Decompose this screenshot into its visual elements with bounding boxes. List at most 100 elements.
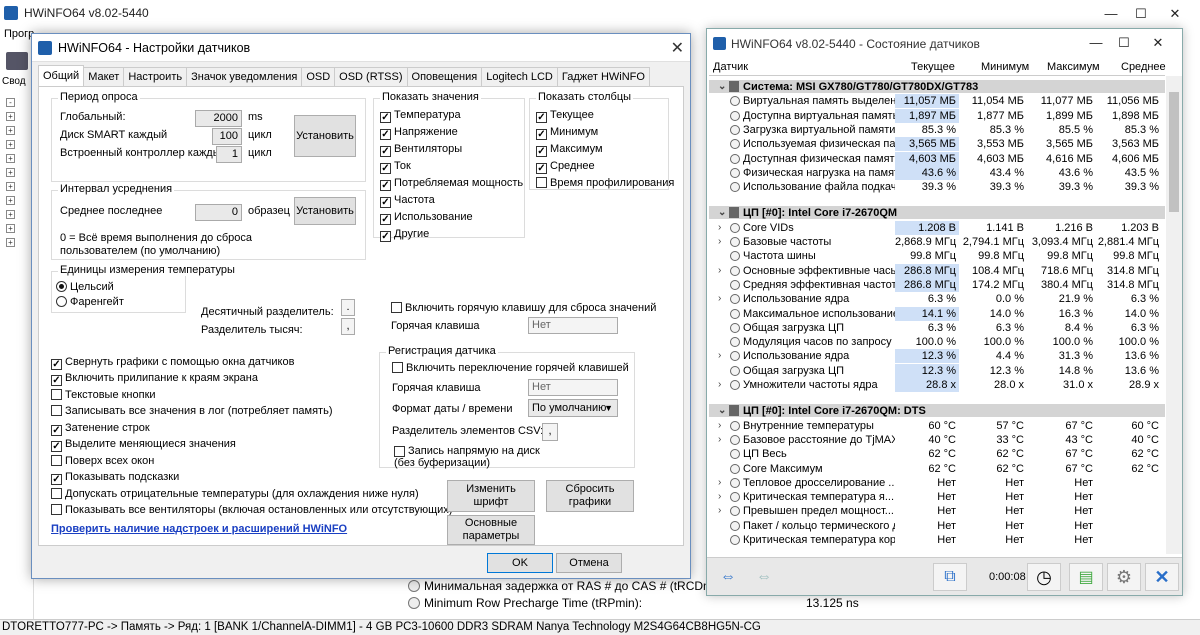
tree-expand-icon[interactable]: + [6, 238, 15, 247]
sensor-row[interactable]: › Использование ядра 12.3 % 4.4 % 31.3 % 13.6… [709, 349, 1165, 364]
celsius-radio[interactable]: Цельсий [56, 281, 114, 293]
ok-button[interactable]: OK [487, 553, 553, 573]
sensor-row[interactable]: › Тепловое дросселирование ... Нет Нет Нет [709, 476, 1165, 490]
column-max-checkbox[interactable]: ✓ Максимум [536, 142, 603, 157]
tab-general[interactable]: Общий [38, 65, 85, 86]
sensor-row[interactable]: Общая загрузка ЦП 6.3 % 6.3 % 8.4 % 6.3 % [709, 321, 1165, 335]
column-header-avg[interactable]: Среднее [1121, 61, 1166, 73]
tree-expand-icon[interactable]: - [6, 98, 15, 107]
expand-icon[interactable]: › [718, 419, 721, 433]
polling-set-button[interactable]: Установить [294, 115, 356, 157]
option-checkbox[interactable]: ✓ Затенение строк [51, 421, 150, 436]
show-voltage-checkbox[interactable]: ✓ Напряжение [380, 125, 458, 140]
tab-alerts[interactable]: Оповещения [406, 67, 483, 86]
show-usage-checkbox[interactable]: ✓ Использование [380, 210, 473, 225]
expand-icon[interactable]: › [718, 221, 721, 235]
reset-hotkey-checkbox[interactable]: Включить горячую клавишу для сброса знач… [391, 301, 656, 315]
logging-hotkey-checkbox[interactable]: Включить переключение горячей клавишей [392, 361, 629, 375]
expand-icon[interactable]: › [718, 349, 721, 363]
sensor-row[interactable]: Пакет / кольцо термического д... Нет Нет Не… [709, 519, 1165, 533]
arrows-expand-icon[interactable]: ⇔ [711, 563, 745, 591]
column-header-current[interactable]: Текущее [911, 61, 955, 73]
close-button[interactable]: ✕ [1143, 33, 1173, 53]
tree-expand-icon[interactable]: + [6, 140, 15, 149]
direct-write-checkbox[interactable]: Запись напрямую на диск (без буферизации… [394, 445, 554, 469]
clock-icon[interactable]: ◷ [1027, 563, 1061, 591]
expand-icon[interactable]: › [718, 235, 721, 249]
change-font-button[interactable]: Изменить шрифт [447, 480, 535, 512]
sensor-row[interactable]: › Умножители частоты ядра 28.8 x 28.0 x 31.0… [709, 378, 1165, 392]
sensor-row[interactable]: Загрузка виртуальной памяти 85.3 % 85.3 % 8… [709, 123, 1165, 137]
tab-layout[interactable]: Макет [83, 67, 125, 86]
scrollbar-thumb[interactable] [1169, 92, 1179, 212]
option-checkbox[interactable]: Допускать отрицательные температуры (для… [51, 487, 419, 501]
tree-expand-icon[interactable]: + [6, 154, 15, 163]
logging-hotkey-input[interactable]: Нет [528, 379, 618, 396]
close-sensors-icon[interactable]: ✕ [1145, 563, 1179, 591]
sensor-row[interactable]: › Базовое расстояние до TjMAX 40 °C 33 °C 43… [709, 433, 1165, 447]
tab-gadget[interactable]: Гаджет HWiNFO [556, 67, 650, 86]
option-checkbox[interactable]: ✓ Свернуть графики с помощью окна датчико… [51, 355, 294, 370]
tab-osd-rtss[interactable]: OSD (RTSS) [334, 67, 408, 86]
sensor-row[interactable]: Доступна виртуальная память 1,897 МБ 1,877… [709, 108, 1165, 123]
tree-expand-icon[interactable]: + [6, 182, 15, 191]
sensor-row[interactable]: Модуляция часов по запросу 100.0 % 100.0 %… [709, 335, 1165, 349]
column-current-checkbox[interactable]: ✓ Текущее [536, 108, 594, 123]
sensor-row[interactable]: › Критическая температура я... Нет Нет Нет [709, 490, 1165, 504]
column-header-sensor[interactable]: Датчик [713, 61, 748, 73]
chevron-down-icon[interactable]: ⌄ [718, 206, 726, 220]
sensor-row[interactable]: Используемая физическая память3,565 МБ3,… [709, 137, 1165, 152]
network-icon[interactable]: ⧉ [933, 563, 967, 591]
sensor-table-body[interactable]: ⌄ Система: MSI GX780/GT780/GT780DX/GT783 В… [709, 76, 1165, 554]
dialog-close-button[interactable]: ✕ [671, 38, 684, 58]
sensor-row[interactable]: Использование файла подкачки 39.3 % 39.3 %… [709, 180, 1165, 194]
sensor-row[interactable]: Критическая температура кор... Нет Нет Нет [709, 533, 1165, 547]
show-current-checkbox[interactable]: ✓ Ток [380, 159, 411, 174]
sensor-row[interactable]: Средняя эффективная частота 286.8 МГц 174.… [709, 277, 1165, 292]
expand-icon[interactable]: › [718, 476, 721, 490]
tab-tray-icon[interactable]: Значок уведомления [186, 67, 303, 86]
sensor-row[interactable]: Доступная физическая память 4,603 МБ 4,603… [709, 151, 1165, 166]
sensor-row[interactable]: Максимальное использование ... 14.1 % 14.0… [709, 306, 1165, 321]
sensor-row[interactable]: › Core VIDs 1.208 В 1.141 В 1.216 В 1.203 В [709, 220, 1165, 235]
chevron-down-icon[interactable]: ⌄ [718, 404, 726, 418]
arrows-collapse-icon[interactable]: ⇔ [747, 563, 781, 591]
averaging-set-button[interactable]: Установить [294, 197, 356, 225]
option-checkbox[interactable]: Текстовые кнопки [51, 388, 156, 402]
chevron-down-icon[interactable]: ⌄ [718, 80, 726, 94]
show-temperature-checkbox[interactable]: ✓ Температура [380, 108, 461, 123]
column-avg-checkbox[interactable]: ✓ Среднее [536, 159, 595, 174]
maximize-button[interactable]: ☐ [1126, 4, 1156, 24]
sensor-row[interactable]: › Основные эффективные часы 286.8 МГц 108.4… [709, 263, 1165, 278]
sensor-row[interactable]: Виртуальная память выделена 11,057 МБ 11,0… [709, 94, 1165, 109]
date-format-select[interactable]: По умолчанию ▼ [528, 399, 618, 417]
tree-expand-icon[interactable]: + [6, 196, 15, 205]
tree-expand-icon[interactable]: + [6, 210, 15, 219]
sensor-row[interactable]: › Превышен предел мощност... Нет Нет Нет [709, 504, 1165, 518]
csv-separator-input[interactable]: , [542, 423, 558, 441]
fahrenheit-radio[interactable]: Фаренгейт [56, 296, 124, 308]
expand-icon[interactable]: › [718, 433, 721, 447]
smart-cycle-input[interactable]: 100 [212, 128, 242, 145]
thousands-separator-input[interactable]: , [341, 318, 355, 335]
tree-expand-icon[interactable]: + [6, 126, 15, 135]
column-min-checkbox[interactable]: ✓ Минимум [536, 125, 598, 140]
sensor-row[interactable]: › Базовые частоты 2,868.9 МГц 2,794.1 МГц 3,… [709, 235, 1165, 249]
option-checkbox[interactable]: ✓ Выделите меняющиеся значения [51, 437, 236, 452]
tree-expand-icon[interactable]: + [6, 168, 15, 177]
tab-customize[interactable]: Настроить [123, 67, 188, 86]
sensor-row[interactable]: Core Максимум 62 °C 62 °C 67 °C 62 °C [709, 462, 1165, 476]
close-button[interactable]: ✕ [1160, 4, 1190, 24]
tree-expand-icon[interactable]: + [6, 112, 15, 121]
sensor-row[interactable]: Физическая нагрузка на память 43.6 % 43.4 … [709, 165, 1165, 180]
expand-icon[interactable]: › [718, 490, 721, 504]
sensor-row[interactable]: Общая загрузка ЦП 12.3 % 12.3 % 14.8 % 13.6 … [709, 363, 1165, 378]
ec-cycle-input[interactable]: 1 [216, 146, 242, 163]
expand-icon[interactable]: › [718, 264, 721, 278]
vertical-scrollbar[interactable] [1166, 76, 1182, 554]
show-fans-checkbox[interactable]: ✓ Вентиляторы [380, 142, 462, 157]
sensor-row[interactable]: Частота шины 99.8 МГц 99.8 МГц 99.8 МГц 99.8… [709, 249, 1165, 263]
cancel-button[interactable]: Отмена [556, 553, 622, 573]
option-checkbox[interactable]: Записывать все значения в лог (потребляе… [51, 404, 333, 418]
tree-expand-icon[interactable]: + [6, 224, 15, 233]
